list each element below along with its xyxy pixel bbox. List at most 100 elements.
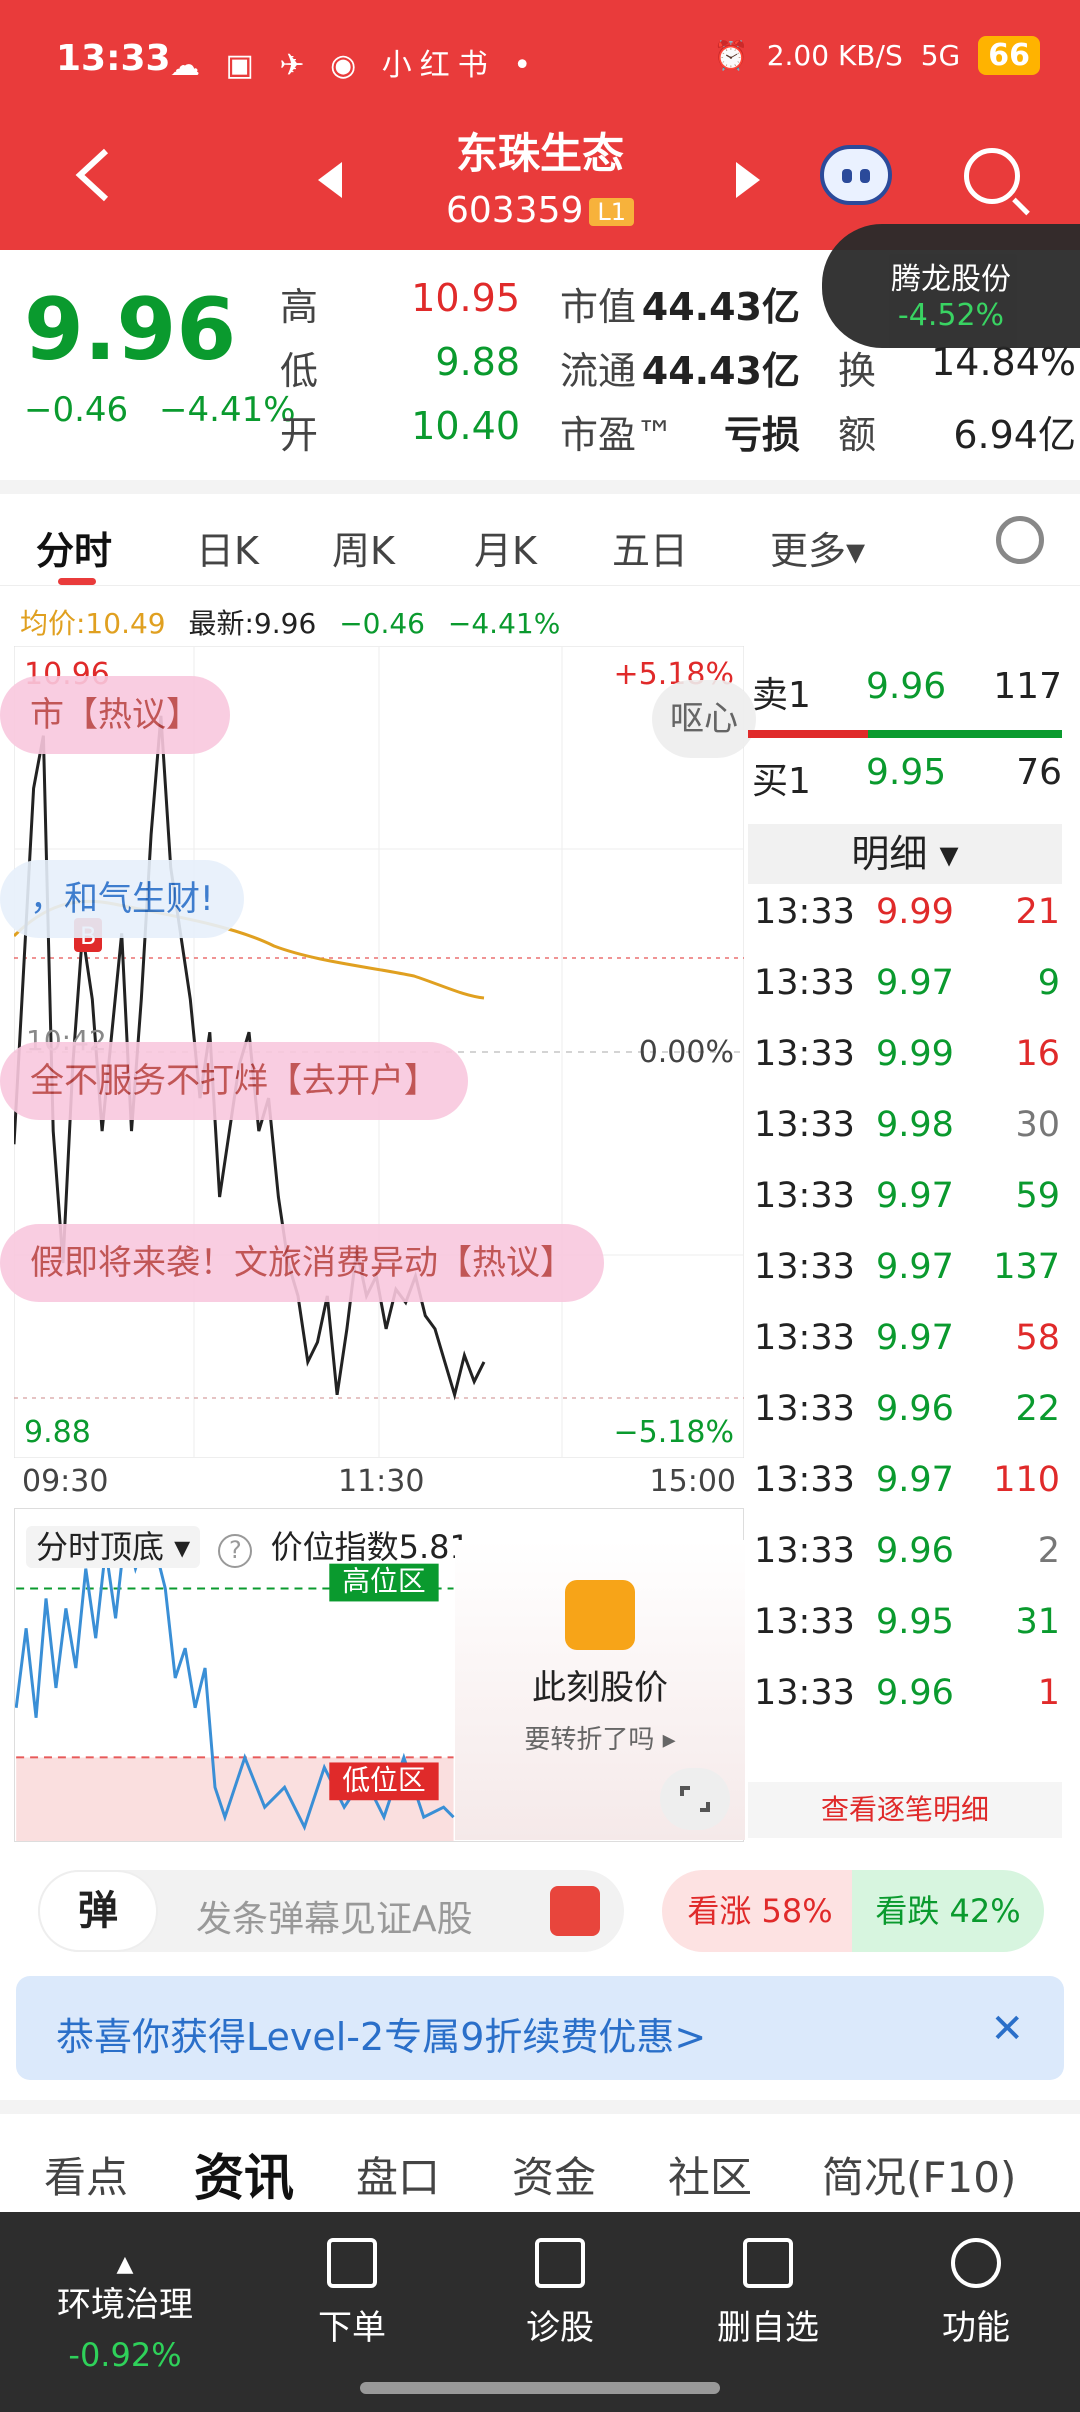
trade-row: 13:33 9.97 59 (754, 1176, 1060, 1236)
latest-change: −0.46 (339, 607, 425, 640)
float-value: 44.43亿 (641, 349, 800, 393)
close-icon[interactable]: ✕ (990, 2006, 1024, 2052)
trade-time: 13:33 (754, 892, 855, 932)
trade-price: 9.99 (876, 1034, 954, 1074)
tab-orderbook[interactable]: 盘口 (356, 2144, 440, 2205)
status-time: 13:33 (56, 38, 171, 79)
tab-highlights[interactable]: 看点 (44, 2144, 128, 2205)
latest-pct: −4.41% (447, 607, 561, 640)
tab-intraday[interactable]: 分时 (36, 520, 112, 575)
notification-icons: ☁ ▣ ✈ ◉ 小红书 • (170, 48, 540, 83)
trade-volume: 1 (1037, 1673, 1060, 1713)
gift-icon[interactable] (550, 1886, 600, 1936)
change-value: −0.46 (24, 390, 129, 430)
caret-up-icon: ▲ (116, 2252, 134, 2277)
view-all-trades-button[interactable]: 查看逐笔明细 (748, 1782, 1062, 1838)
home-indicator (360, 2382, 720, 2394)
robot-assistant-icon[interactable] (820, 145, 892, 205)
trade-volume: 21 (1015, 892, 1060, 932)
trade-time: 13:33 (754, 1105, 855, 1145)
danmu-item[interactable]: 全不服务不打烊【去开户】 (0, 1042, 468, 1120)
settings-icon[interactable] (996, 516, 1044, 564)
buy-sell-ratio-red (748, 730, 868, 738)
trade-row: 13:33 9.96 1 (754, 1673, 1060, 1733)
next-stock-icon[interactable] (736, 162, 760, 198)
help-icon[interactable]: ? (218, 1534, 253, 1568)
trade-price: 9.97 (876, 1247, 954, 1287)
battery-icon: 66 (978, 36, 1040, 75)
high-value: 10.95 (411, 276, 520, 320)
trade-time: 13:33 (754, 1176, 855, 1216)
danmu-item[interactable]: ，和气生财! (0, 860, 244, 938)
danmu-item[interactable]: 假即将来袭！文旅消费异动【热议】 (0, 1224, 604, 1302)
promo-title: 此刻股价 (532, 1668, 668, 1708)
sell-price: 9.96 (866, 666, 947, 707)
bottom-nav: ▲ 环境治理 -0.92% 下单 诊股 删自选 功能 (0, 2212, 1080, 2412)
price-change: −0.46 −4.41% (24, 390, 296, 430)
tab-weekly-k[interactable]: 周K (332, 520, 395, 575)
divider (0, 480, 1080, 494)
trade-time: 13:33 (754, 1247, 855, 1287)
signal-icon: 5G (920, 39, 961, 72)
level2-promo-banner[interactable]: 恭喜你获得Level-2专属9折续费优惠> ✕ (16, 1976, 1064, 2080)
trade-row: 13:33 9.96 22 (754, 1389, 1060, 1449)
sector-item[interactable]: ▲ 环境治理 -0.92% (30, 2252, 220, 2374)
indicator-select[interactable]: 分时顶底 ▾ (26, 1526, 201, 1568)
trade-price: 9.96 (876, 1531, 954, 1571)
alarm-icon: ⏰ (713, 39, 749, 72)
trade-price: 9.99 (876, 892, 954, 932)
bottom-price-label: 9.88 (24, 1415, 91, 1450)
avg-price: 均价:10.49 (20, 607, 166, 640)
low-label: 低 (280, 349, 319, 393)
nav-order[interactable]: 下单 (272, 2238, 432, 2349)
trade-row: 13:33 9.99 16 (754, 1034, 1060, 1094)
nav-functions-label: 功能 (942, 2308, 1010, 2348)
vote-fall-button[interactable]: 看跌 42% (852, 1870, 1044, 1952)
trade-volume: 58 (1015, 1318, 1060, 1358)
nav-diagnose[interactable]: 诊股 (480, 2238, 640, 2349)
trade-row: 13:33 9.97 9 (754, 963, 1060, 1023)
tab-f10[interactable]: 简况(F10) (822, 2144, 1016, 2205)
mid-pct-label: 0.00% (639, 1035, 734, 1070)
floating-stock-tip[interactable]: 腾龙股份 -4.52% (822, 224, 1080, 348)
danmu-item[interactable]: 市【热议】 (0, 676, 230, 754)
trade-row: 13:33 9.99 21 (754, 892, 1060, 952)
trade-row: 13:33 9.95 31 (754, 1602, 1060, 1662)
nav-remove-watch[interactable]: 删自选 (688, 2238, 848, 2349)
latest-price: 最新:9.96 (188, 607, 317, 640)
tab-news[interactable]: 资讯 (194, 2138, 294, 2210)
news-tabs: 看点 资讯 盘口 资金 社区 简况(F10) (0, 2144, 1080, 2214)
tab-funds[interactable]: 资金 (512, 2144, 596, 2205)
high-zone-label: 高位区 (342, 1565, 426, 1598)
bottom-pct-label: −5.18% (614, 1415, 734, 1450)
trade-volume: 110 (993, 1460, 1060, 1500)
sell-1-row: 卖1 9.96 117 (752, 666, 1062, 722)
danmu-toggle-icon[interactable]: 弹 (38, 1870, 158, 1952)
trade-row: 13:33 9.96 2 (754, 1531, 1060, 1591)
tab-daily-k[interactable]: 日K (196, 520, 259, 575)
danmu-placeholder[interactable]: 发条弹幕见证A股 (196, 1890, 473, 1942)
expand-icon[interactable] (660, 1768, 730, 1830)
vote-rise-button[interactable]: 看涨 58% (662, 1870, 858, 1952)
tab-five-day[interactable]: 五日 (612, 520, 688, 575)
search-icon[interactable] (964, 148, 1020, 204)
chart-screen-icon (565, 1580, 635, 1650)
nav-order-label: 下单 (318, 2308, 386, 2348)
status-right: ⏰ 2.00 KB/S 5G 66 (714, 36, 1040, 75)
trade-row: 13:33 9.97 137 (754, 1247, 1060, 1307)
tab-monthly-k[interactable]: 月K (474, 520, 537, 575)
time-axis: 09:30 11:30 15:00 (22, 1464, 736, 1504)
order-book: 卖1 9.96 117 买1 9.95 76 明细 ▾ 13:33 9.99 21 1… (748, 646, 1062, 1842)
float-tip-pct: -4.52% (897, 298, 1005, 333)
open-label: 开 (280, 413, 319, 457)
nav-diagnose-label: 诊股 (526, 2308, 594, 2348)
banner-text[interactable]: 恭喜你获得Level-2专属9折续费优惠> (56, 2006, 706, 2061)
danmu-input-bar[interactable]: 弹 发条弹幕见证A股 (38, 1870, 624, 1952)
index-label: 价位指数 (270, 1528, 399, 1566)
danmu-item[interactable]: 呕心 (652, 680, 756, 758)
tab-community[interactable]: 社区 (668, 2144, 752, 2205)
tab-more[interactable]: 更多▾ (770, 520, 865, 575)
trade-price: 9.97 (876, 1460, 954, 1500)
nav-functions[interactable]: 功能 (896, 2238, 1056, 2349)
detail-dropdown[interactable]: 明细 ▾ (748, 824, 1062, 884)
